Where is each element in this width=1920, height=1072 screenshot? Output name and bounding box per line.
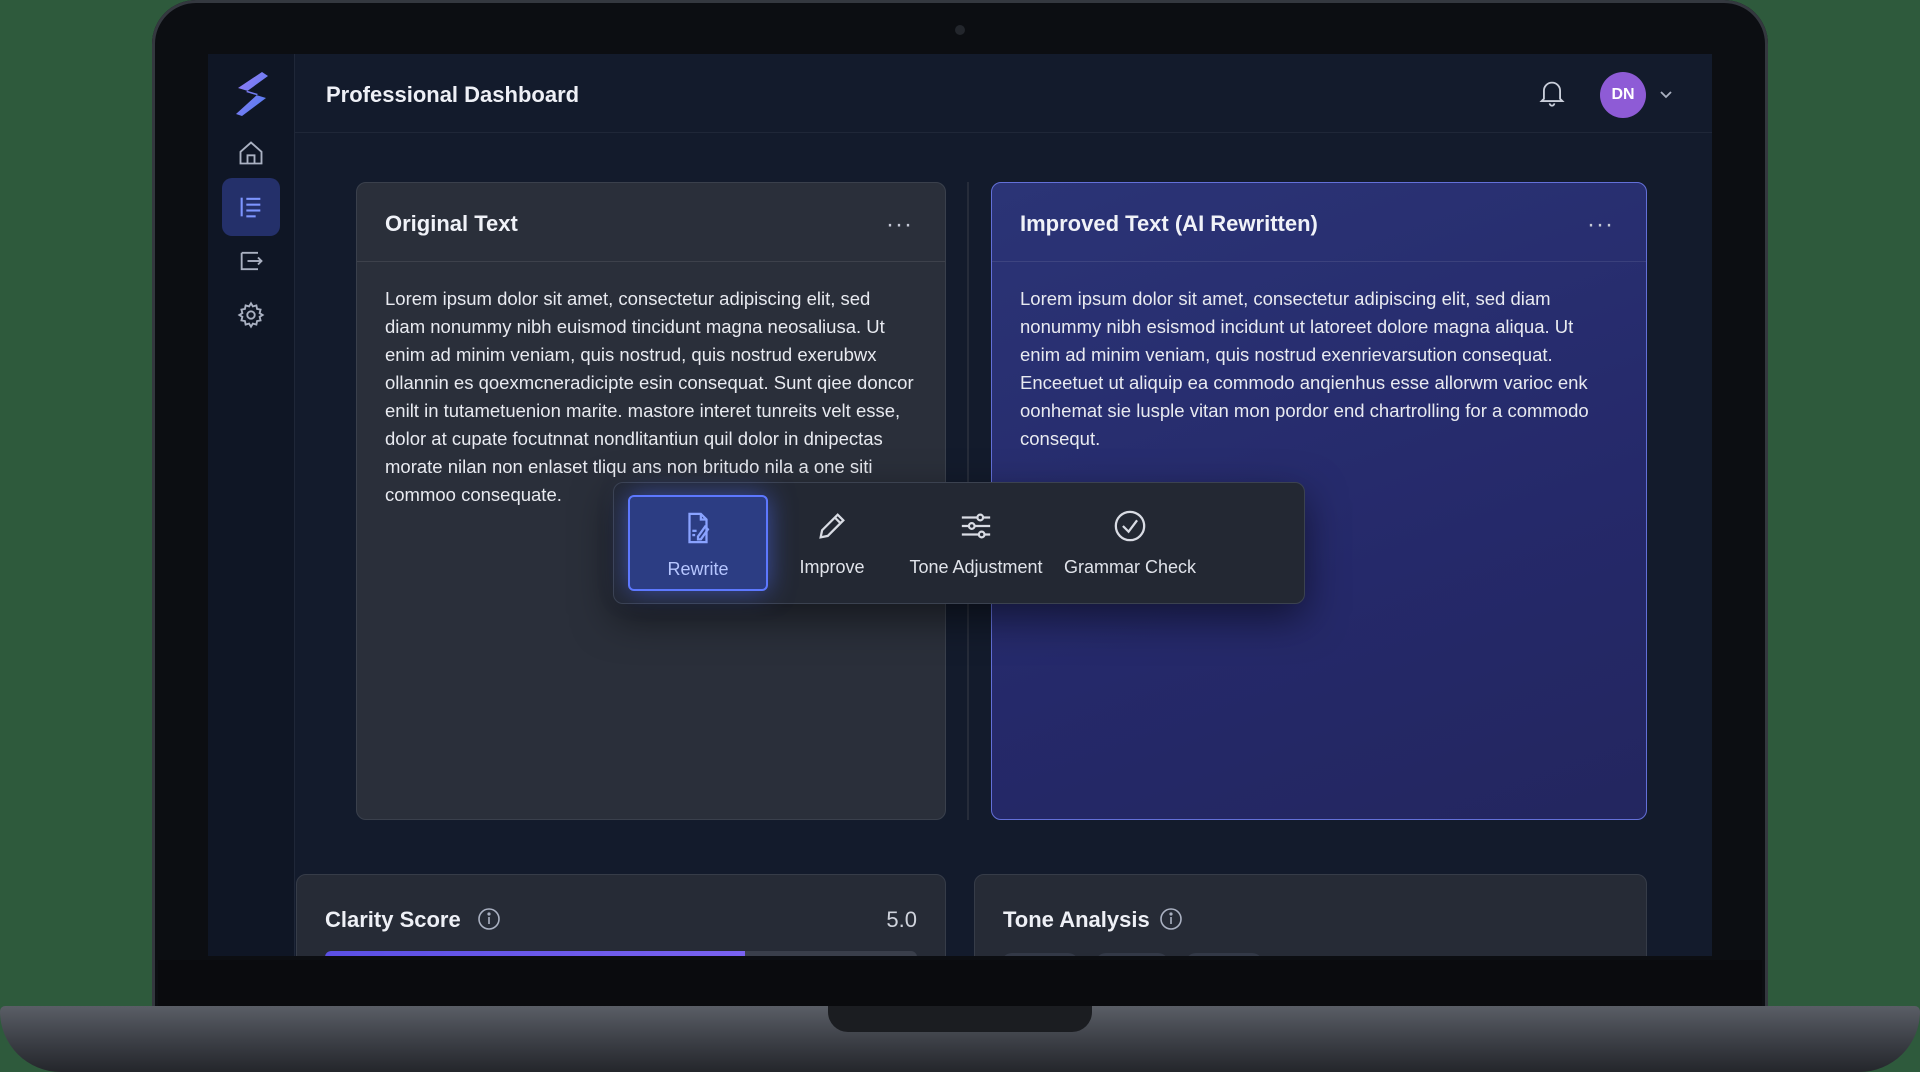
- info-icon[interactable]: [1159, 907, 1183, 931]
- check-circle-icon: [1114, 510, 1146, 542]
- top-bar: Professional Dashboard DN: [294, 54, 1712, 133]
- sidebar: [208, 54, 295, 956]
- tone-chip[interactable]: [1095, 953, 1169, 956]
- clarity-progress-fill: [325, 951, 746, 956]
- avatar[interactable]: DN: [1600, 72, 1646, 118]
- panel-title: Improved Text (AI Rewritten): [1020, 211, 1318, 236]
- clarity-score-card: Clarity Score 5.0: [296, 874, 946, 956]
- chevron-down-icon[interactable]: [1658, 86, 1674, 102]
- document-lines-icon: [240, 197, 261, 218]
- more-options-icon[interactable]: ···: [1587, 211, 1614, 239]
- sidebar-item-settings[interactable]: [222, 286, 280, 344]
- tone-chip[interactable]: [1185, 953, 1263, 956]
- rewrite-button[interactable]: Rewrite: [628, 495, 768, 591]
- pencil-icon: [819, 513, 845, 539]
- home-icon: [239, 141, 263, 165]
- tool-label: Grammar Check: [1063, 557, 1197, 577]
- improve-button[interactable]: Improve: [762, 495, 902, 591]
- page-title: Professional Dashboard: [326, 82, 580, 107]
- export-icon: [240, 251, 263, 271]
- sliders-icon: [961, 513, 991, 539]
- tool-label: Rewrite: [667, 559, 729, 579]
- panel-header: Improved Text (AI Rewritten) ···: [992, 183, 1646, 262]
- app-window: Professional Dashboard DN Original Text …: [208, 54, 1712, 956]
- clarity-progress-bar: [325, 951, 917, 956]
- camera: [955, 25, 965, 35]
- screen-bezel: [158, 960, 1762, 1010]
- card-title: Tone Analysis: [1003, 907, 1150, 932]
- sidebar-item-export[interactable]: [222, 232, 280, 290]
- original-text-body[interactable]: Lorem ipsum dolor sit amet, consectetur …: [385, 285, 915, 509]
- sidebar-item-home[interactable]: [222, 124, 280, 182]
- rewrite-icon: [688, 512, 710, 544]
- card-title: Clarity Score: [325, 907, 461, 932]
- tool-label: Improve: [799, 557, 865, 577]
- tone-analysis-card: Tone Analysis: [974, 874, 1647, 956]
- laptop-notch: [828, 1006, 1092, 1032]
- info-icon[interactable]: [477, 907, 501, 931]
- sidebar-item-documents[interactable]: [222, 178, 280, 236]
- brand-logo-icon: [236, 72, 268, 116]
- improved-text-body[interactable]: Lorem ipsum dolor sit amet, consectetur …: [1020, 285, 1616, 453]
- panel-title: Original Text: [385, 211, 518, 236]
- panel-header: Original Text ···: [357, 183, 945, 262]
- tone-chip[interactable]: [1001, 953, 1079, 956]
- gear-icon: [237, 301, 265, 329]
- grammar-check-button[interactable]: Grammar Check: [1050, 495, 1210, 591]
- tool-label: Tone Adjustment: [909, 557, 1043, 577]
- bell-icon[interactable]: [1538, 78, 1566, 108]
- tone-adjustment-button[interactable]: Tone Adjustment: [896, 495, 1056, 591]
- clarity-score-value: 5.0: [886, 907, 917, 932]
- more-options-icon[interactable]: ···: [886, 211, 913, 239]
- ai-action-toolbar: Rewrite Improve Tone Adjustment Grammar …: [613, 482, 1305, 604]
